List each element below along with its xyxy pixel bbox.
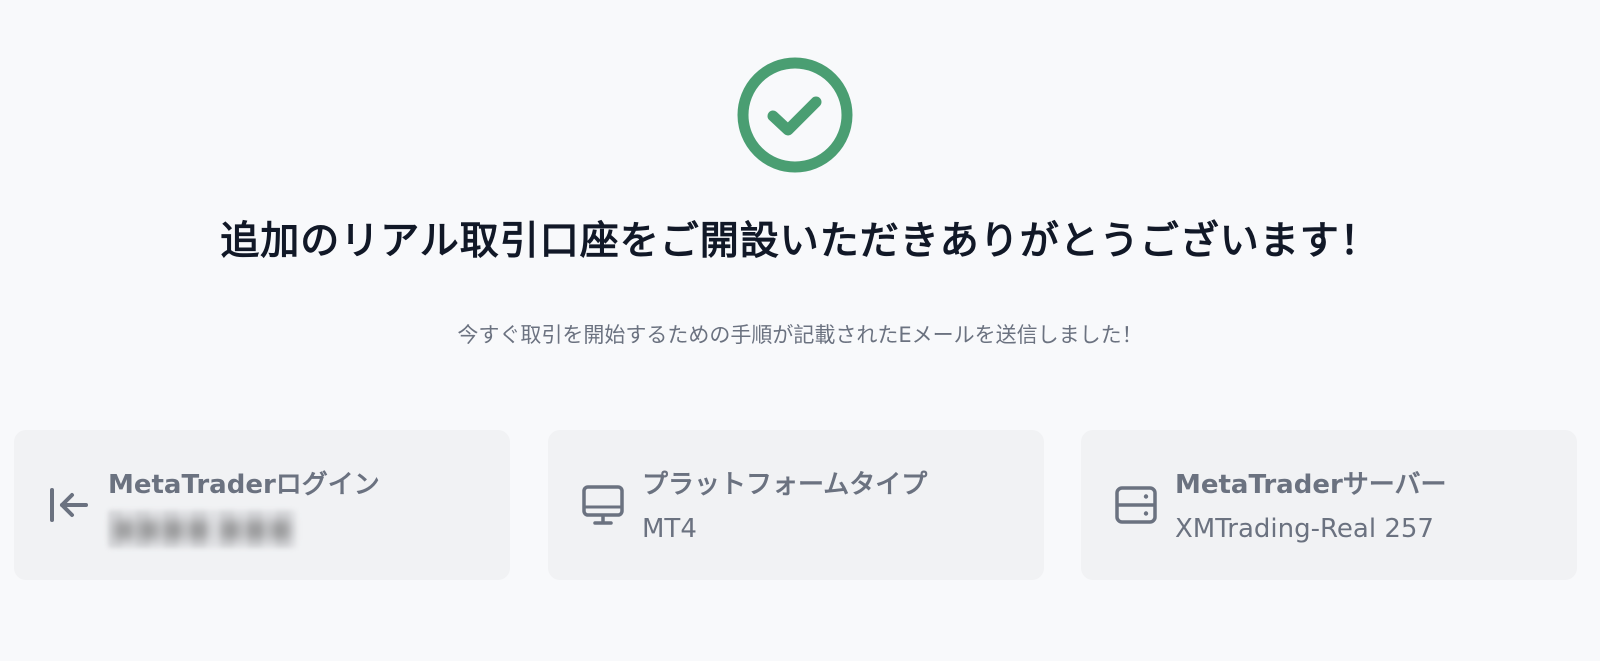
- server-icon: [1113, 482, 1159, 528]
- platform-value: MT4: [642, 514, 697, 544]
- platform-card: プラットフォームタイプ MT4: [548, 430, 1044, 580]
- check-circle-icon: [736, 56, 854, 174]
- login-label: MetaTraderログイン: [108, 470, 380, 500]
- page-title: 追加のリアル取引口座をご開設いただきありがとうございます！: [220, 219, 1380, 264]
- monitor-icon: [580, 482, 626, 528]
- login-value: ■■■■ ■■■: [108, 510, 297, 548]
- server-label: MetaTraderサーバー: [1175, 470, 1447, 500]
- server-value: XMTrading-Real 257: [1175, 514, 1434, 544]
- account-opened-page: 追加のリアル取引口座をご開設いただきありがとうございます！ 今すぐ取引を開始する…: [0, 0, 1600, 661]
- platform-label: プラットフォームタイプ: [642, 470, 928, 500]
- login-card: MetaTraderログイン ■■■■ ■■■: [14, 430, 510, 580]
- page-subtitle: 今すぐ取引を開始するための手順が記載されたEメールを送信しました！: [457, 323, 1143, 347]
- server-card: MetaTraderサーバー XMTrading-Real 257: [1081, 430, 1577, 580]
- login-arrow-icon: [46, 482, 92, 528]
